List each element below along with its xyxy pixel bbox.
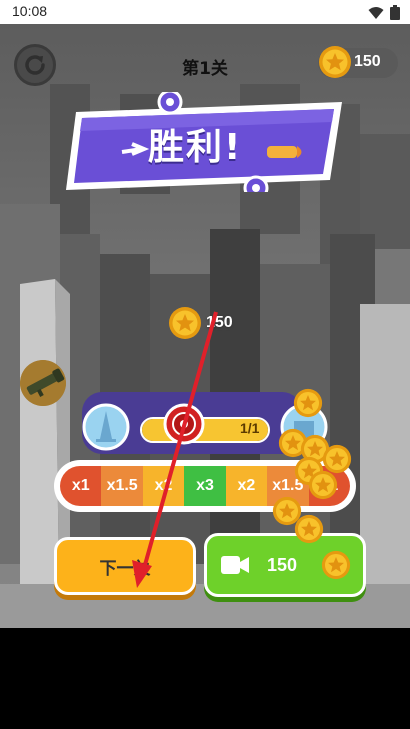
flying-coin-icon (308, 470, 338, 504)
reward-coin-icon (169, 307, 201, 339)
level-title: 第1关 (182, 59, 228, 79)
multiplier-segment: x2 (225, 466, 268, 506)
flying-coin-icon (293, 388, 323, 422)
coin-balance: 150 (318, 46, 398, 78)
wifi-icon (368, 6, 384, 19)
target-icon (163, 403, 205, 445)
restart-button[interactable] (14, 44, 56, 86)
ground-shadow (0, 628, 410, 729)
watch-video-reward-button[interactable]: 150 (204, 533, 366, 597)
coin-balance-value: 150 (354, 53, 381, 70)
eiffel-tower-icon (82, 403, 130, 451)
victory-text: 胜利! (148, 127, 243, 168)
flying-coin-icon (294, 514, 324, 548)
multiplier-segment: x2 (142, 466, 185, 506)
restart-icon (25, 55, 45, 75)
status-time: 10:08 (12, 3, 48, 19)
multiplier-segment: x3 (184, 466, 226, 506)
multiplier-segment: x1 (60, 466, 102, 506)
level-progress-text: 1/1 (240, 420, 260, 436)
reward-amount: 150 (206, 314, 233, 331)
next-level-button[interactable]: 下一关 (54, 537, 196, 595)
status-bar: 10:08 (0, 0, 410, 24)
coin-star-icon (319, 46, 351, 78)
battery-icon (390, 5, 400, 20)
status-icons (368, 5, 400, 20)
coin-star-icon (321, 550, 351, 580)
rocket-launcher-icon[interactable] (20, 360, 66, 406)
video-reward-amount: 150 (267, 555, 298, 575)
multiplier-segment: x1.5 (101, 466, 143, 506)
video-camera-icon (221, 556, 249, 574)
